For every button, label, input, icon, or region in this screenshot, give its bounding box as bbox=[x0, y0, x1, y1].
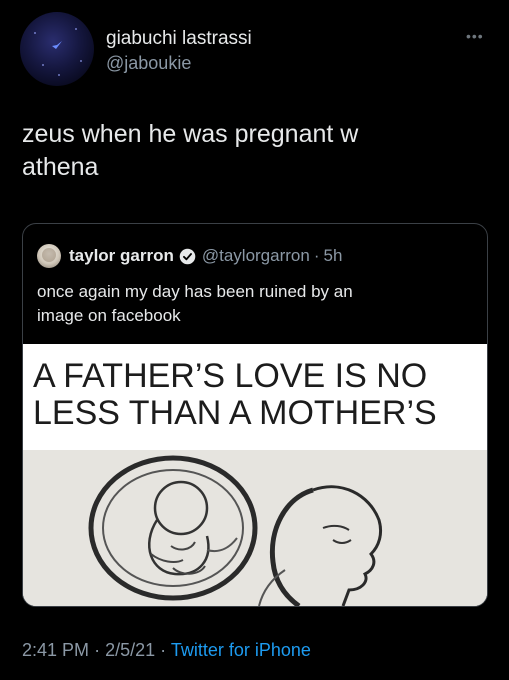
author-avatar[interactable] bbox=[20, 12, 94, 86]
meta-separator: · bbox=[94, 640, 101, 660]
meme-caption: A FATHER’S LOVE IS NO LESS THAN A MOTHER… bbox=[33, 358, 477, 432]
more-horizontal-icon[interactable]: ••• bbox=[466, 28, 484, 44]
tweet-text-line: athena bbox=[22, 153, 99, 181]
tweet-source-link[interactable]: Twitter for iPhone bbox=[171, 640, 311, 660]
author-display-name[interactable]: giabuchi lastrassi bbox=[106, 28, 252, 50]
tweet-meta: 2:41 PM · 2/5/21 · Twitter for iPhone bbox=[22, 640, 311, 661]
quoted-tweet-card[interactable]: taylor garron @taylorgarron · 5h once ag… bbox=[22, 223, 488, 607]
meme-caption-line: A FATHER’S LOVE IS NO bbox=[33, 357, 428, 395]
quoted-author-avatar bbox=[37, 244, 61, 268]
meme-caption-line: LESS THAN A MOTHER’S bbox=[33, 394, 437, 432]
quoted-text-line: once again my day has been ruined by an bbox=[37, 282, 353, 301]
sketch-illustration bbox=[23, 450, 487, 606]
tweet-text-line: zeus when he was pregnant w bbox=[22, 120, 359, 148]
tweet-time: 2:41 PM bbox=[22, 640, 90, 660]
quoted-tweet-image[interactable]: A FATHER’S LOVE IS NO LESS THAN A MOTHER… bbox=[23, 344, 487, 606]
quoted-author-name: taylor garron bbox=[69, 246, 174, 265]
meta-separator: · bbox=[160, 640, 167, 660]
quoted-tweet-text: once again my day has been ruined by an … bbox=[37, 280, 467, 328]
tweet-text: zeus when he was pregnant w athena bbox=[22, 118, 482, 184]
bird-logo-icon bbox=[52, 41, 62, 49]
quoted-separator: · bbox=[313, 246, 320, 265]
author-handle[interactable]: @jaboukie bbox=[106, 53, 191, 74]
quoted-author-handle: @taylorgarron bbox=[201, 246, 310, 265]
quoted-text-line: image on facebook bbox=[37, 306, 181, 325]
quoted-tweet-header: taylor garron @taylorgarron · 5h bbox=[37, 244, 342, 268]
verified-badge-icon bbox=[179, 248, 196, 264]
quoted-time: 5h bbox=[323, 246, 343, 265]
tweet-date: 2/5/21 bbox=[105, 640, 156, 660]
